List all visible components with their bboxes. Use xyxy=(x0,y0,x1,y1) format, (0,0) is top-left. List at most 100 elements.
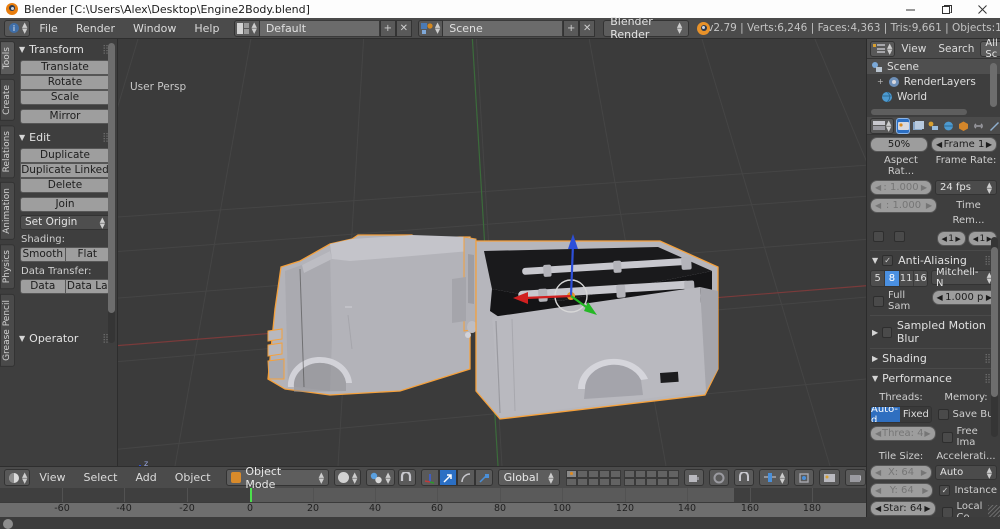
layer-cell[interactable] xyxy=(656,477,668,486)
opengl-render-button[interactable] xyxy=(819,469,840,486)
panel-edit-header[interactable]: ▼ Edit ⣿ xyxy=(17,129,113,147)
layer-cell[interactable] xyxy=(667,469,679,478)
layer-cell[interactable] xyxy=(634,477,646,486)
layer-cell[interactable] xyxy=(587,477,599,486)
scene-name-field[interactable]: Scene xyxy=(443,19,564,37)
save-buffers-checkbox[interactable] xyxy=(937,409,949,420)
resize-grip[interactable] xyxy=(988,505,1000,517)
aa-samples-5[interactable]: 5 xyxy=(871,271,886,286)
outliner-horizontal-scrollbar[interactable] xyxy=(871,109,967,115)
threads-mode-auto[interactable]: Auto-d xyxy=(871,407,902,422)
layer-cell[interactable] xyxy=(598,477,610,486)
transform-orientation-selector[interactable]: Global ▲ ▼ xyxy=(497,469,560,486)
frame-rate-dropdown[interactable]: 24 fps ▲ ▼ xyxy=(935,180,997,195)
delete-button[interactable]: Delete xyxy=(20,178,110,193)
timeline-editor[interactable]: -60 -40 -20 0 20 40 60 80 100 120 140 16… xyxy=(0,488,866,529)
scene-icon[interactable]: ▲ ▼ xyxy=(417,19,444,37)
outliner-row-scene[interactable]: Scene xyxy=(867,59,1000,74)
outliner-display-mode[interactable]: All Sc xyxy=(980,38,1000,60)
maximize-button[interactable] xyxy=(928,0,964,18)
properties-editor-type-selector[interactable]: ▲ ▼ xyxy=(870,117,895,134)
tile-x-field[interactable]: ◀ X: 64 ▶ xyxy=(870,465,932,480)
acceleration-structure-dropdown[interactable]: Auto ▲ ▼ xyxy=(935,465,997,480)
shade-flat-button[interactable]: Flat xyxy=(64,247,110,262)
time-remap-old-field[interactable]: ◀ 1 ▶ xyxy=(936,231,966,246)
pivot-point-selector[interactable]: ▲ ▼ xyxy=(366,469,395,486)
panel-transform-header[interactable]: ▼ Transform ⣿ xyxy=(17,41,113,59)
properties-scrollbar[interactable] xyxy=(991,237,998,437)
layer-cell[interactable] xyxy=(598,469,610,478)
arrow-right-icon[interactable]: ▶ xyxy=(986,140,992,149)
panel-operator-header[interactable]: ▼ Operator ⣿ xyxy=(17,330,113,348)
layer-cell[interactable] xyxy=(645,469,657,478)
start-resolution-field[interactable]: ◀ Star: 64 ▶ xyxy=(870,501,936,516)
minimize-button[interactable] xyxy=(892,0,928,18)
properties-tab-constraints[interactable] xyxy=(973,119,985,133)
layer-cell[interactable] xyxy=(576,477,588,486)
timeline-ruler[interactable]: -60 -40 -20 0 20 40 60 80 100 120 140 16… xyxy=(0,502,866,529)
properties-tab-scene[interactable] xyxy=(928,119,940,133)
properties-tab-world[interactable] xyxy=(943,119,955,133)
data-layout-button[interactable]: Data La xyxy=(64,279,110,294)
anti-aliasing-checkbox[interactable]: ✓ xyxy=(882,255,894,266)
aa-samples-11[interactable]: 11 xyxy=(899,271,914,286)
join-button[interactable]: Join xyxy=(20,197,110,212)
aa-samples-16[interactable]: 16 xyxy=(913,271,927,286)
section-performance-header[interactable]: ▼ Performance ⣿ xyxy=(870,368,997,388)
scale-manipulator-button[interactable] xyxy=(474,469,493,486)
menu-file[interactable]: File xyxy=(30,18,66,39)
motion-blur-checkbox[interactable] xyxy=(882,326,892,338)
properties-editor[interactable]: ▲ ▼ 50% ◀ Framе 1 ▶ Aspect Rat... Frame … xyxy=(866,117,1000,517)
tab-physics[interactable]: Physics xyxy=(0,244,15,290)
layer-cell[interactable] xyxy=(565,477,577,486)
resolution-percentage-field[interactable]: 50% xyxy=(870,137,928,152)
viewport-menu-view[interactable]: View xyxy=(30,467,74,489)
outliner-editor[interactable]: ▲ ▼ View Search All Sc Scene + RenderLaye… xyxy=(866,38,1000,117)
snap-element-selector[interactable]: ▲ ▼ xyxy=(758,469,789,486)
properties-tab-object[interactable] xyxy=(958,119,970,133)
set-origin-dropdown[interactable]: Set Origin ▲ ▼ xyxy=(20,215,110,230)
aspect-y-field[interactable]: ◀ : 1.000 ▶ xyxy=(870,198,937,213)
timeline-track[interactable] xyxy=(0,488,866,502)
layer-cell[interactable] xyxy=(587,469,599,478)
3d-viewport[interactable]: User Persp (1) Cylinder.003 z x y xyxy=(0,39,866,466)
tab-relations[interactable]: Relations xyxy=(0,125,15,179)
aa-samples-8[interactable]: 8 xyxy=(885,271,900,286)
aspect-x-field[interactable]: ◀ : 1.000 ▶ xyxy=(870,180,932,195)
instancing-checkbox[interactable]: ✓ xyxy=(939,485,951,496)
properties-tab-render-layers[interactable] xyxy=(912,119,925,133)
layer-cell[interactable] xyxy=(623,477,635,486)
section-shading-header[interactable]: ▶ Shading ⣿ xyxy=(870,348,997,368)
threads-mode-fixed[interactable]: Fixed xyxy=(901,407,931,422)
viewport-shading-selector[interactable]: ▲ ▼ xyxy=(334,469,362,486)
outliner-row-renderlayers[interactable]: + RenderLayers xyxy=(867,74,1000,89)
tab-animation[interactable]: Animation xyxy=(0,182,15,241)
add-scene-button[interactable]: + xyxy=(563,19,580,37)
timeline-playhead[interactable] xyxy=(250,488,252,502)
menu-render[interactable]: Render xyxy=(67,18,124,39)
duplicate-linked-button[interactable]: Duplicate Linked xyxy=(20,163,110,178)
section-sampled-motion-blur-header[interactable]: ▶ Sampled Motion Blur xyxy=(870,315,997,348)
tab-grease-pencil[interactable]: Grease Pencil xyxy=(0,293,15,367)
delete-screen-button[interactable]: ✕ xyxy=(395,19,412,37)
free-images-checkbox[interactable] xyxy=(941,431,953,443)
layer-cell[interactable] xyxy=(609,477,621,486)
arrow-right-icon[interactable]: ▶ xyxy=(921,183,927,192)
layer-cell[interactable] xyxy=(623,469,635,478)
screen-layout-icon[interactable]: ▲ ▼ xyxy=(234,19,260,37)
manipulator-toggle[interactable] xyxy=(420,469,439,486)
layer-cell[interactable] xyxy=(645,477,657,486)
full-sample-checkbox[interactable] xyxy=(873,295,884,307)
layer-cell[interactable] xyxy=(634,469,646,478)
outliner-menu-search[interactable]: Search xyxy=(932,43,980,55)
layer-cell[interactable] xyxy=(565,469,577,478)
editor-type-selector[interactable]: i ▲ ▼ xyxy=(4,19,31,37)
outliner-vertical-scrollbar[interactable] xyxy=(990,63,997,107)
translate-button[interactable]: Translate xyxy=(20,60,110,75)
properties-tab-render[interactable] xyxy=(896,117,911,134)
arrow-right-icon[interactable]: ▶ xyxy=(921,468,927,477)
viewport-menu-add[interactable]: Add xyxy=(126,467,165,489)
local-coords-checkbox[interactable] xyxy=(941,506,953,517)
add-screen-button[interactable]: + xyxy=(379,19,396,37)
properties-tab-modifier[interactable] xyxy=(988,119,1000,133)
